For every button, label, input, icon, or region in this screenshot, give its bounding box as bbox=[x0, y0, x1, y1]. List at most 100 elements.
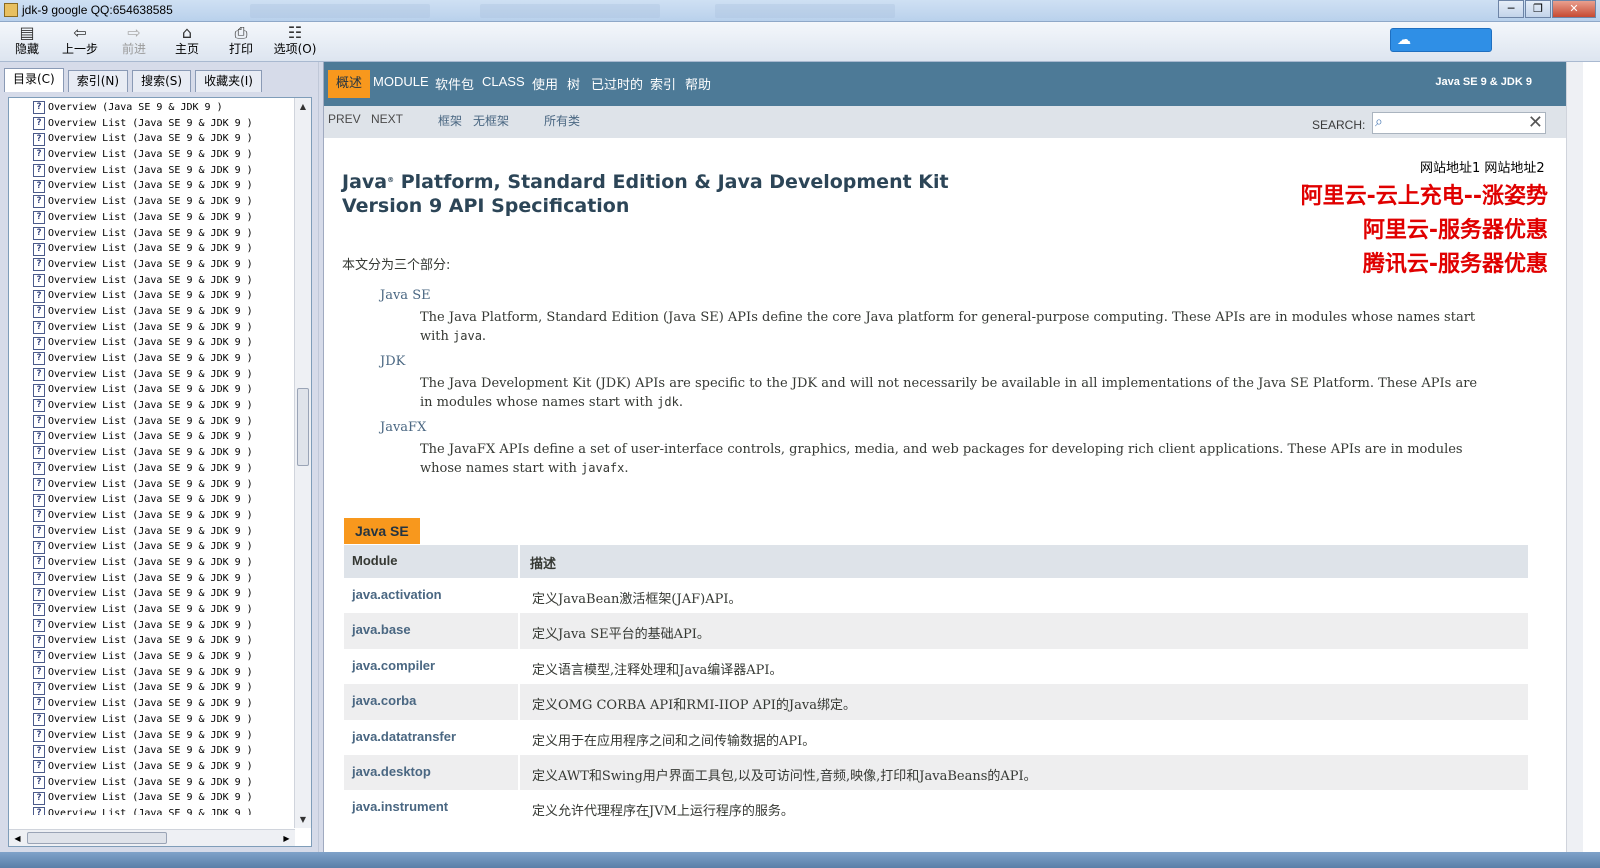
tree-item[interactable]: ? Overview List (Java SE 9 & JDK 9 ) bbox=[33, 508, 295, 524]
module-link[interactable]: java.compiler bbox=[344, 649, 518, 684]
tree-item[interactable]: ? Overview List (Java SE 9 & JDK 9 ) bbox=[33, 304, 295, 320]
tree-item[interactable]: ? Overview List (Java SE 9 & JDK 9 ) bbox=[33, 320, 295, 336]
tree-item[interactable]: ? Overview List (Java SE 9 & JDK 9 ) bbox=[33, 492, 295, 508]
maximize-button[interactable]: ❐ bbox=[1525, 0, 1551, 18]
ad-link-aliyun-server[interactable]: 阿里云-服务器优惠 bbox=[1363, 212, 1548, 244]
prev-link[interactable]: PREV bbox=[328, 112, 361, 126]
tree-item[interactable]: ? Overview List (Java SE 9 & JDK 9 ) bbox=[33, 257, 295, 273]
site-links[interactable]: 网站地址1 网站地址2 bbox=[1420, 157, 1545, 176]
tree-item[interactable]: ? Overview List (Java SE 9 & JDK 9 ) bbox=[33, 539, 295, 555]
tree-item[interactable]: ? Overview List (Java SE 9 & JDK 9 ) bbox=[33, 524, 295, 540]
tree-item[interactable]: ? Overview List (Java SE 9 & JDK 9 ) bbox=[33, 555, 295, 571]
tree-item[interactable]: ? Overview List (Java SE 9 & JDK 9 ) bbox=[33, 712, 295, 728]
tree-item[interactable]: ? Overview List (Java SE 9 & JDK 9 ) bbox=[33, 288, 295, 304]
scroll-left-icon[interactable]: ◀ bbox=[9, 830, 26, 846]
tree-item[interactable]: ? Overview List (Java SE 9 & JDK 9 ) bbox=[33, 178, 295, 194]
tree-item[interactable]: ? Overview List (Java SE 9 & JDK 9 ) bbox=[33, 571, 295, 587]
nav-package[interactable]: 软件包 bbox=[435, 74, 474, 93]
section-term-jdk[interactable]: JDK bbox=[380, 354, 1480, 369]
tree-item[interactable]: ? Overview List (Java SE 9 & JDK 9 ) bbox=[33, 131, 295, 147]
tree-item[interactable]: ? Overview List (Java SE 9 & JDK 9 ) bbox=[33, 429, 295, 445]
tree-item[interactable]: ? Overview List (Java SE 9 & JDK 9 ) bbox=[33, 618, 295, 634]
frames-link[interactable]: 框架 bbox=[438, 112, 462, 129]
tree-item[interactable]: ? Overview List (Java SE 9 & JDK 9 ) bbox=[33, 775, 295, 791]
ad-link-aliyun-charge[interactable]: 阿里云-云上充电--涨姿势 bbox=[1301, 178, 1548, 210]
forward-button[interactable]: ⇨ 前进 bbox=[109, 24, 159, 60]
next-link[interactable]: NEXT bbox=[371, 112, 403, 126]
tree-item[interactable]: ? Overview List (Java SE 9 & JDK 9 ) bbox=[33, 680, 295, 696]
tree-item[interactable]: ? Overview List (Java SE 9 & JDK 9 ) bbox=[33, 759, 295, 775]
tree-hscroll-thumb[interactable] bbox=[27, 832, 167, 844]
tree-item[interactable]: ? Overview List (Java SE 9 & JDK 9 ) bbox=[33, 414, 295, 430]
clear-search-icon[interactable]: ✕ bbox=[1528, 113, 1543, 133]
search-input[interactable]: ⌕ ✕ bbox=[1372, 112, 1546, 134]
scroll-up-icon[interactable]: ▲ bbox=[295, 98, 311, 115]
tree-item[interactable]: ? Overview List (Java SE 9 & JDK 9 ) bbox=[33, 273, 295, 289]
tree-item[interactable]: ? Overview List (Java SE 9 & JDK 9 ) bbox=[33, 602, 295, 618]
nav-tree[interactable]: 树 bbox=[567, 74, 580, 93]
back-button[interactable]: ⇦ 上一步 bbox=[55, 24, 105, 60]
tree-item[interactable]: ? Overview List (Java SE 9 & JDK 9 ) bbox=[33, 367, 295, 383]
tree-item[interactable]: ? Overview List (Java SE 9 & JDK 9 ) bbox=[33, 382, 295, 398]
nav-use[interactable]: 使用 bbox=[532, 74, 558, 93]
print-button[interactable]: ⎙ 打印 bbox=[216, 24, 266, 60]
table-caption-tab[interactable]: Java SE bbox=[344, 518, 420, 544]
tree-item[interactable]: ? Overview List (Java SE 9 & JDK 9 ) bbox=[33, 790, 295, 806]
tree-item[interactable]: ? Overview List (Java SE 9 & JDK 9 ) bbox=[33, 241, 295, 257]
module-link[interactable]: java.desktop bbox=[344, 755, 518, 790]
tree-item[interactable]: ? Overview List (Java SE 9 & JDK 9 ) bbox=[33, 210, 295, 226]
tree-item[interactable]: ? Overview List (Java SE 9 & JDK 9 ) bbox=[33, 633, 295, 649]
tab-search[interactable]: 搜索(S) bbox=[132, 70, 192, 92]
module-link[interactable]: java.instrument bbox=[344, 790, 518, 825]
module-link[interactable]: java.base bbox=[344, 613, 518, 648]
module-link[interactable]: java.datatransfer bbox=[344, 720, 518, 755]
tree-item[interactable]: ? Overview List (Java SE 9 & JDK 9 ) bbox=[33, 194, 295, 210]
tree-item[interactable]: ? Overview List (Java SE 9 & JDK 9 ) bbox=[33, 398, 295, 414]
module-link[interactable]: java.activation bbox=[344, 578, 518, 613]
tree-item[interactable]: ? Overview List (Java SE 9 & JDK 9 ) bbox=[33, 586, 295, 602]
scroll-right-icon[interactable]: ▶ bbox=[278, 830, 295, 846]
home-button[interactable]: ⌂ 主页 bbox=[162, 24, 212, 60]
close-button[interactable]: ✕ bbox=[1552, 0, 1596, 18]
tree-item[interactable]: ? Overview List (Java SE 9 & JDK 9 ) bbox=[33, 163, 295, 179]
nav-overview[interactable]: 概述 bbox=[328, 70, 371, 98]
tree-item[interactable]: ? Overview List (Java SE 9 & JDK 9 ) bbox=[33, 445, 295, 461]
tree-item[interactable]: ? Overview (Java SE 9 & JDK 9 ) bbox=[33, 100, 295, 116]
tree-item[interactable]: ? Overview List (Java SE 9 & JDK 9 ) bbox=[33, 477, 295, 493]
hide-button[interactable]: ▤ 隐藏 bbox=[2, 24, 52, 60]
tree-item[interactable]: ? Overview List (Java SE 9 & JDK 9 ) bbox=[33, 351, 295, 367]
tree-scroll-thumb[interactable] bbox=[297, 388, 309, 466]
nav-index[interactable]: 索引 bbox=[650, 74, 676, 93]
nav-help[interactable]: 帮助 bbox=[685, 74, 711, 93]
nav-deprecated[interactable]: 已过时的 bbox=[591, 74, 643, 93]
tree-vertical-scrollbar[interactable]: ▲ ▼ bbox=[294, 98, 311, 828]
tree-item[interactable]: ? Overview List (Java SE 9 & JDK 9 ) bbox=[33, 649, 295, 665]
tab-contents[interactable]: 目录(C) bbox=[4, 68, 64, 92]
allclasses-link[interactable]: 所有类 bbox=[544, 112, 580, 129]
tree-item[interactable]: ? Overview List (Java SE 9 & JDK 9 ) bbox=[33, 335, 295, 351]
tab-index[interactable]: 索引(N) bbox=[67, 70, 129, 92]
nav-class[interactable]: CLASS bbox=[482, 74, 525, 89]
tree-item[interactable]: ? Overview List (Java SE 9 & JDK 9 ) bbox=[33, 226, 295, 242]
tree-item[interactable]: ? Overview List (Java SE 9 & JDK 9 ) bbox=[33, 665, 295, 681]
ad-link-tencent-server[interactable]: 腾讯云-服务器优惠 bbox=[1363, 246, 1548, 278]
tree-item[interactable]: ? Overview List (Java SE 9 & JDK 9 ) bbox=[33, 806, 295, 815]
module-link[interactable]: java.corba bbox=[344, 684, 518, 719]
tree-item[interactable]: ? Overview List (Java SE 9 & JDK 9 ) bbox=[33, 728, 295, 744]
tree-item[interactable]: ? Overview List (Java SE 9 & JDK 9 ) bbox=[33, 147, 295, 163]
section-term-javase[interactable]: Java SE bbox=[380, 288, 1480, 303]
minimize-button[interactable]: ─ bbox=[1498, 0, 1524, 18]
tree-horizontal-scrollbar[interactable]: ◀ ▶ bbox=[9, 829, 295, 846]
scroll-down-icon[interactable]: ▼ bbox=[295, 811, 311, 828]
tree-item[interactable]: ? Overview List (Java SE 9 & JDK 9 ) bbox=[33, 461, 295, 477]
tree-item[interactable]: ? Overview List (Java SE 9 & JDK 9 ) bbox=[33, 696, 295, 712]
content-vertical-scrollbar[interactable] bbox=[1566, 62, 1583, 852]
section-term-javafx[interactable]: JavaFX bbox=[380, 420, 1480, 435]
tree-item[interactable]: ? Overview List (Java SE 9 & JDK 9 ) bbox=[33, 743, 295, 759]
options-button[interactable]: ☷ 选项(O) bbox=[270, 24, 320, 60]
cloud-widget[interactable]: ☁ bbox=[1390, 28, 1492, 52]
tab-favorites[interactable]: 收藏夹(I) bbox=[195, 70, 262, 92]
noframes-link[interactable]: 无框架 bbox=[473, 112, 509, 129]
nav-module[interactable]: MODULE bbox=[373, 74, 429, 89]
tree-item[interactable]: ? Overview List (Java SE 9 & JDK 9 ) bbox=[33, 116, 295, 132]
